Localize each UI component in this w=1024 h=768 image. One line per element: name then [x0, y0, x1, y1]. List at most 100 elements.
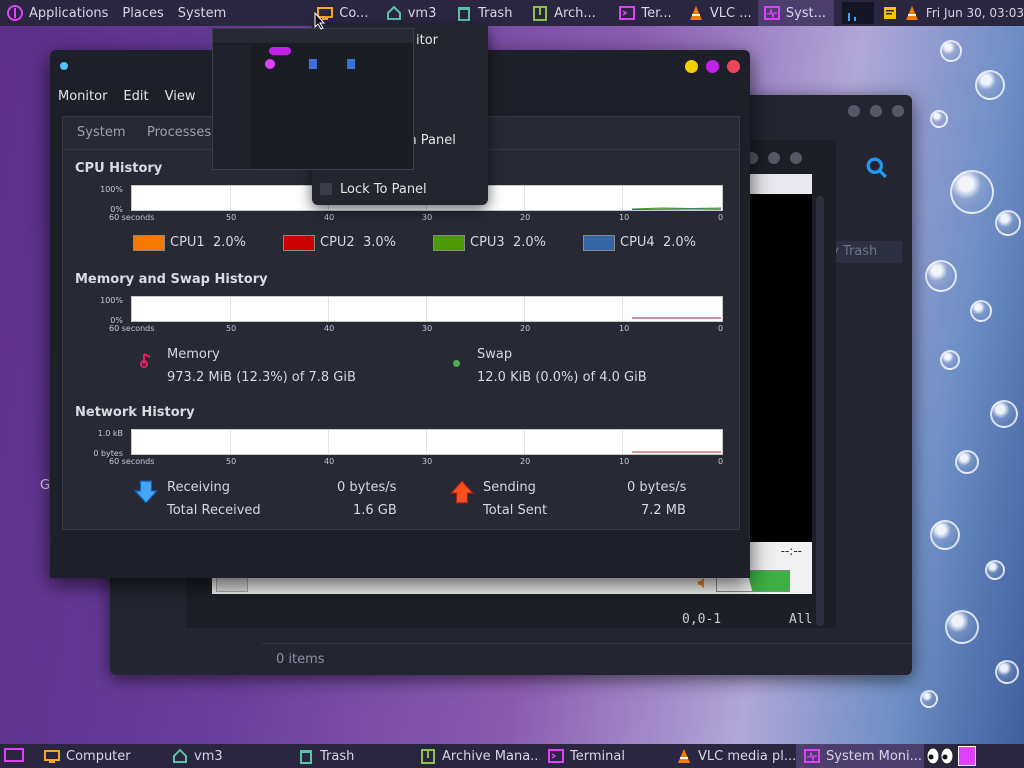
receiving-arrow-icon[interactable]: [133, 479, 159, 505]
trash-icon: [300, 750, 312, 764]
home-icon: [173, 748, 187, 763]
tab-system[interactable]: System: [77, 125, 125, 140]
x-label: 40: [324, 457, 335, 466]
cpu-history-title: CPU History: [75, 161, 163, 176]
task-label: Arch...: [554, 5, 596, 21]
sending-arrow-icon[interactable]: [449, 479, 475, 505]
cpu-monitor-applet[interactable]: [841, 2, 874, 24]
sending-label: Sending: [483, 480, 536, 495]
x-label: 0: [718, 457, 724, 466]
minimize-button[interactable]: [685, 60, 698, 73]
receiving-label: Receiving: [167, 480, 231, 495]
fm-minimize-button[interactable]: [848, 105, 860, 117]
task-terminal[interactable]: Ter...: [613, 0, 681, 26]
menu-view[interactable]: View: [157, 89, 204, 104]
task-label: Co...: [339, 5, 369, 21]
x-label: 40: [324, 324, 335, 333]
fm-statusbar: 0 items: [262, 643, 912, 676]
bottom-task-trash[interactable]: Trash: [290, 744, 412, 768]
menu-edit[interactable]: Edit: [115, 89, 156, 104]
total-sent-value: 7.2 MB: [641, 503, 686, 518]
cpu4-value: 2.0%: [662, 235, 696, 250]
task-trash[interactable]: Trash: [450, 0, 526, 26]
system-menu[interactable]: System: [171, 0, 233, 26]
bottom-task-terminal[interactable]: Terminal: [540, 744, 668, 768]
x-label: 50: [226, 324, 237, 333]
network-history-title: Network History: [75, 405, 195, 420]
fm-search-icon[interactable]: [866, 157, 888, 179]
cpu4-legend: CPU4 2.0%: [620, 235, 696, 250]
task-label: Archive Mana...: [442, 748, 540, 764]
archive-icon: [533, 6, 548, 21]
task-vlc[interactable]: VLC ...: [682, 0, 758, 26]
volume-icon[interactable]: [696, 576, 710, 590]
fm-maximize-button[interactable]: [870, 105, 883, 117]
terminal-icon: [619, 6, 636, 20]
total-sent-label: Total Sent: [483, 503, 548, 518]
window-menu-dot[interactable]: [60, 62, 68, 70]
task-label: VLC ...: [709, 5, 752, 21]
total-received-label: Total Received: [167, 503, 261, 518]
applications-menu[interactable]: Applications: [0, 0, 115, 26]
bottom-task-system-monitor[interactable]: System Moni...: [796, 744, 924, 768]
bottom-panel: Computer vm3 Trash Archive Mana... Termi…: [0, 744, 1024, 768]
vim-cursor-position: 0,0-1: [682, 612, 722, 627]
task-label: Computer: [66, 748, 131, 764]
x-label: 20: [520, 324, 531, 333]
menu-monitor[interactable]: Monitor: [50, 89, 115, 104]
vlc-cone-icon: [678, 749, 690, 763]
task-vm3[interactable]: vm3: [380, 0, 450, 26]
clock[interactable]: Fri Jun 30, 03:03: [926, 6, 1024, 20]
cpu4-color-swatch[interactable]: [583, 235, 615, 251]
swap-label: Swap: [477, 347, 513, 362]
cpu3-color-swatch[interactable]: [433, 235, 465, 251]
bottom-task-archive[interactable]: Archive Mana...: [412, 744, 540, 768]
vlc-tray-icon[interactable]: [904, 3, 920, 23]
x-label: 60 seconds: [109, 457, 155, 466]
task-label: vm3: [407, 5, 437, 21]
x-label: 0: [718, 324, 724, 333]
bottom-task-vm3[interactable]: vm3: [164, 744, 290, 768]
lock-checkbox[interactable]: [320, 183, 332, 195]
x-label: 10: [619, 324, 630, 333]
cpu-y-top: 100%: [100, 185, 123, 194]
maximize-button[interactable]: [706, 60, 719, 73]
network-graph: [131, 429, 723, 455]
home-icon: [386, 5, 401, 20]
bottom-task-computer[interactable]: Computer: [36, 744, 164, 768]
terminal-icon: [548, 749, 564, 763]
cpu2-value: 3.0%: [362, 235, 396, 250]
memory-pie-icon[interactable]: [139, 351, 155, 369]
x-label: 20: [520, 457, 531, 466]
close-button[interactable]: [727, 60, 740, 73]
tab-processes[interactable]: Processes: [147, 125, 211, 140]
notes-icon[interactable]: [882, 3, 898, 23]
eyes-applet-icon[interactable]: [926, 747, 954, 765]
places-menu[interactable]: Places: [115, 0, 170, 26]
cpu4-name: CPU4: [620, 235, 655, 250]
workspace-switcher[interactable]: [958, 746, 976, 766]
cpu1-color-swatch[interactable]: [133, 235, 165, 251]
distro-logo-icon: [7, 5, 23, 21]
receiving-value: 0 bytes/s: [337, 480, 397, 495]
menu-item-lock-to-panel[interactable]: Lock To Panel: [340, 182, 427, 197]
show-desktop-button[interactable]: [0, 744, 36, 768]
task-archive[interactable]: Arch...: [526, 0, 613, 26]
bottom-task-vlc[interactable]: VLC media pl...: [668, 744, 796, 768]
x-label: 50: [226, 457, 237, 466]
vlc-cone-icon: [689, 6, 702, 20]
swap-value: 12.0 KiB (0.0%) of 4.0 GiB: [477, 370, 647, 385]
mouse-cursor-icon: [314, 12, 326, 30]
cpu3-name: CPU3: [470, 235, 505, 250]
vim-ruler: 0,0-1 All: [682, 612, 812, 627]
scrollbar[interactable]: [816, 196, 824, 626]
vim-scroll-all: All: [788, 612, 813, 627]
task-label: Syst...: [785, 5, 827, 21]
fm-close-button[interactable]: [892, 105, 905, 117]
empty-trash-button[interactable]: ty Trash: [826, 241, 902, 263]
cpu2-color-swatch[interactable]: [283, 235, 315, 251]
swap-dot-icon[interactable]: [453, 360, 460, 367]
memory-label: Memory: [167, 347, 220, 362]
task-system-monitor[interactable]: Syst...: [757, 0, 834, 26]
window-thumbnail-preview[interactable]: [212, 28, 414, 170]
